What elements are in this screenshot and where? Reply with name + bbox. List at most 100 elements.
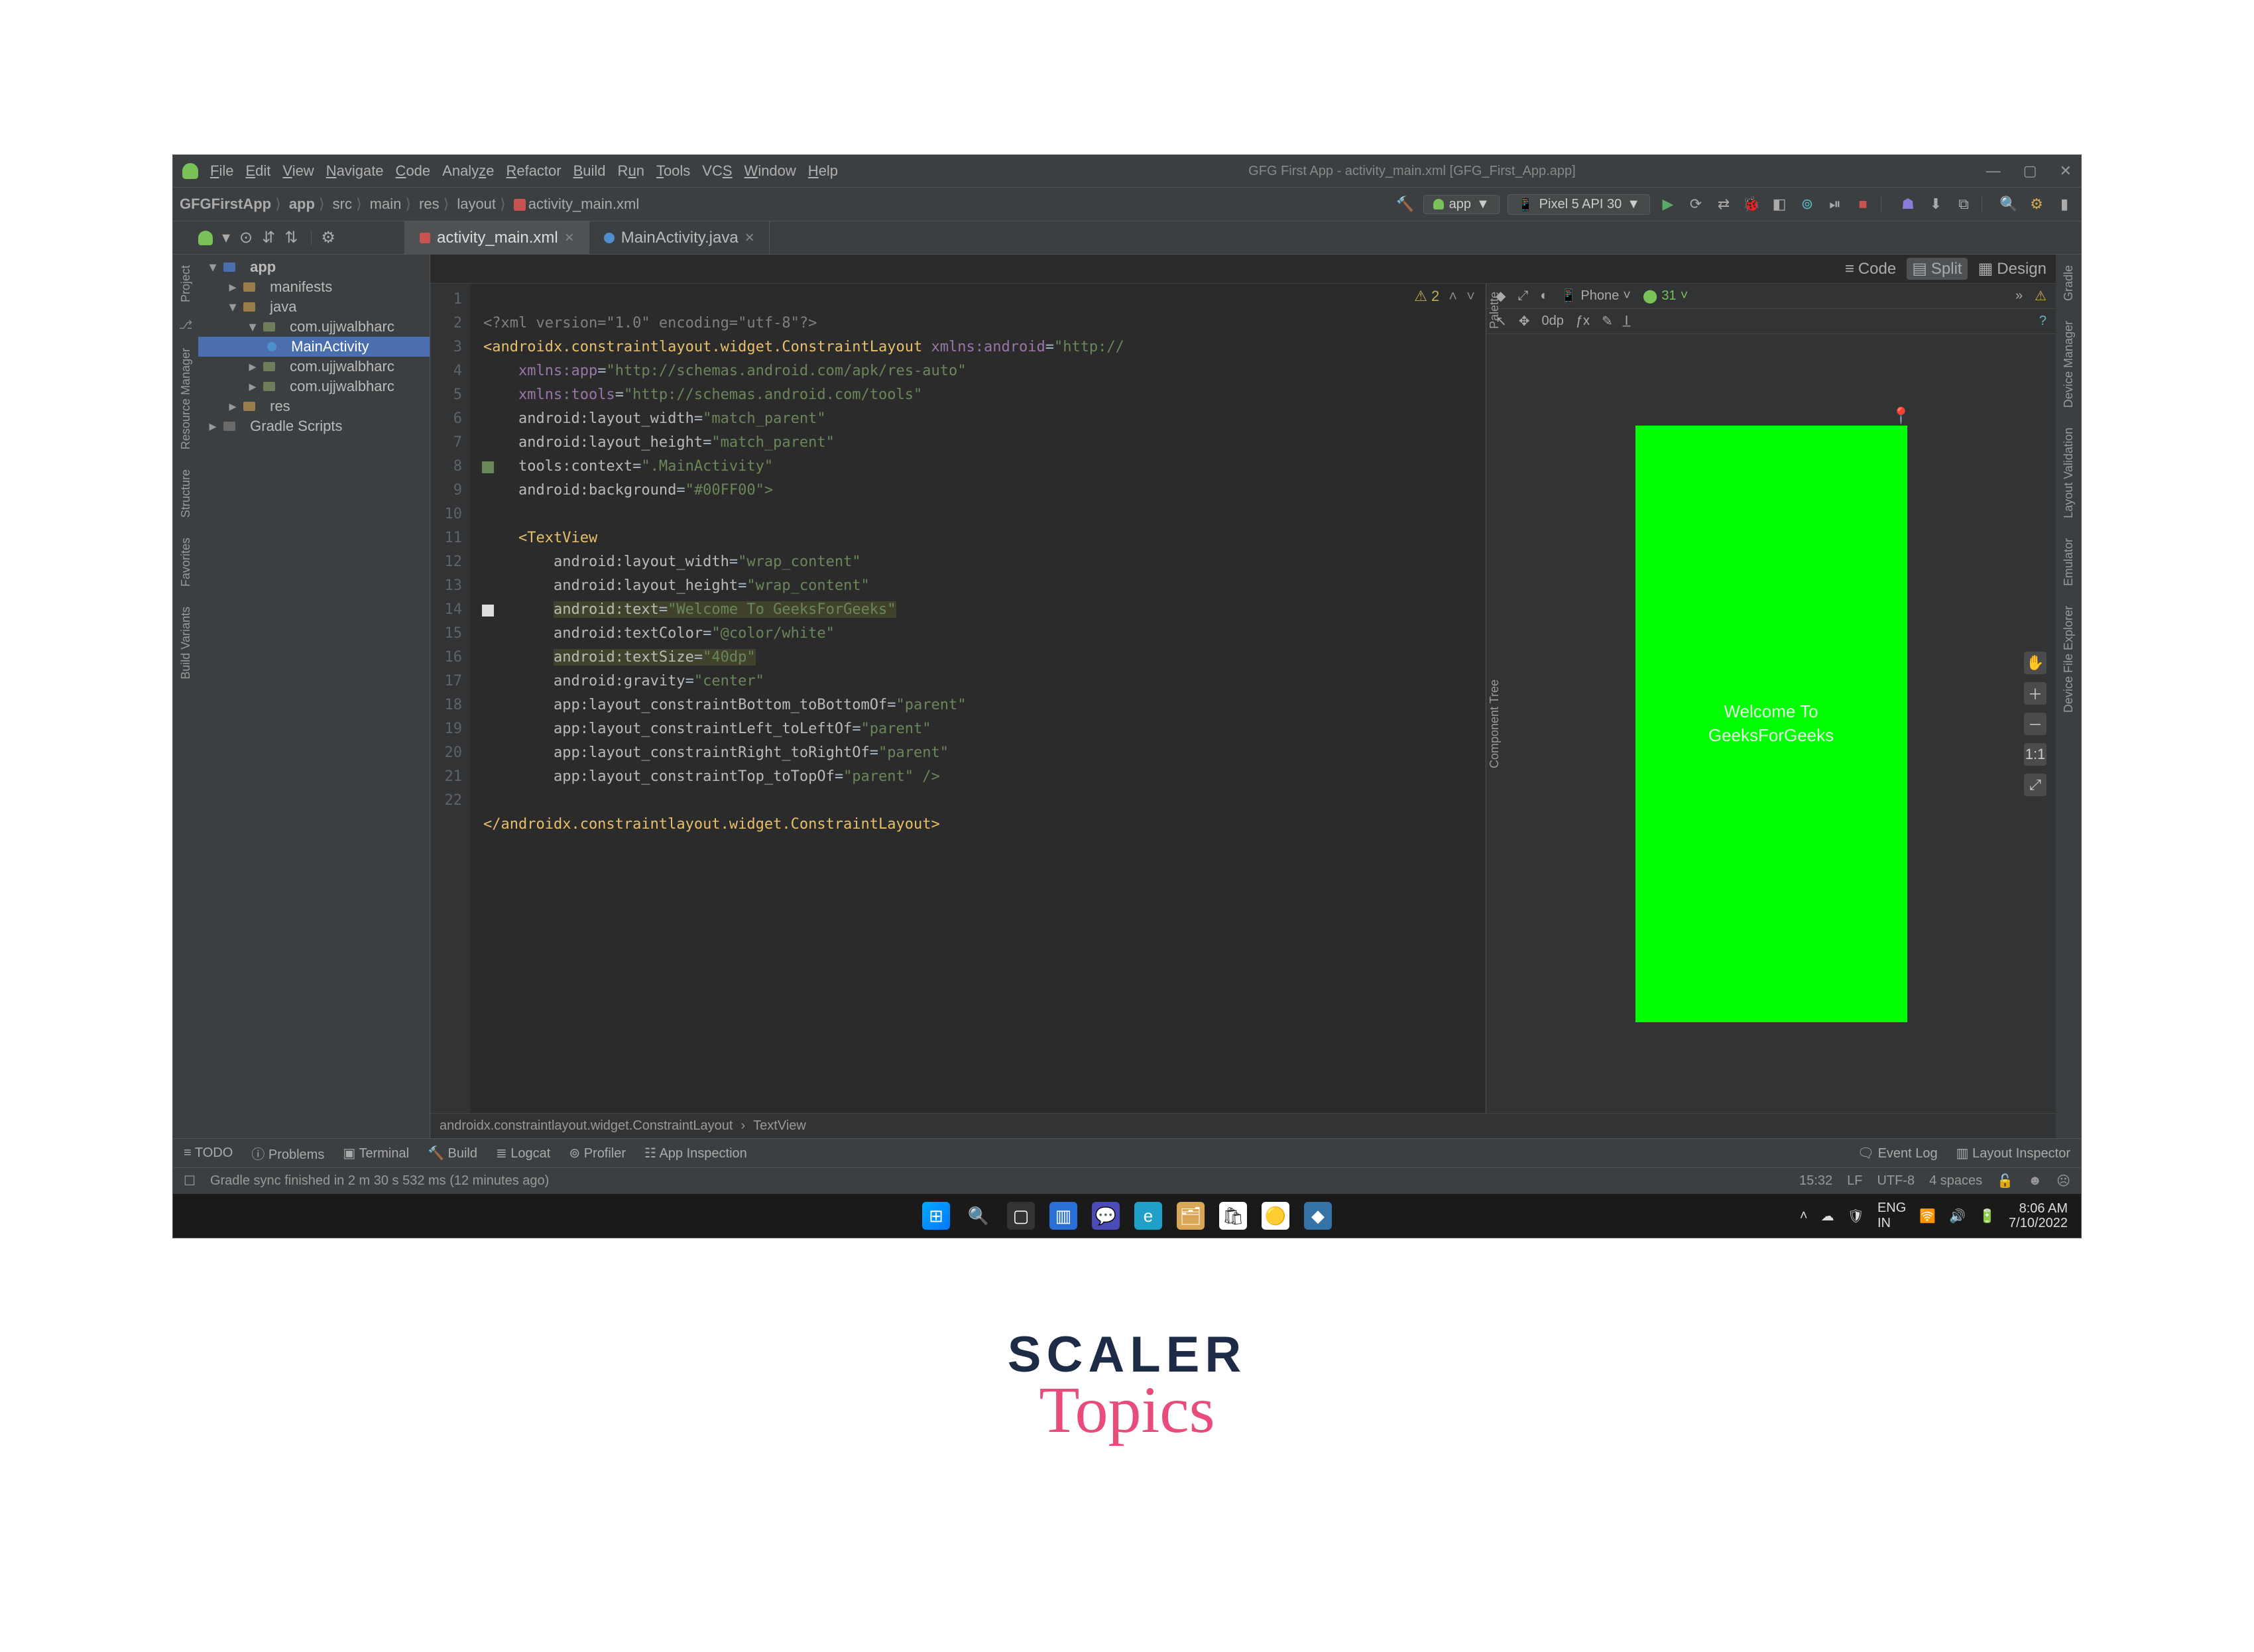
menu-refactor[interactable]: Refactor bbox=[506, 162, 561, 180]
store-icon[interactable]: 🛍 bbox=[1219, 1202, 1247, 1230]
menu-file[interactable]: File bbox=[210, 162, 233, 180]
mode-split[interactable]: ▤ Split bbox=[1907, 258, 1967, 280]
close-tab-icon[interactable]: × bbox=[565, 229, 574, 247]
collapse-all-icon[interactable]: ⇅ bbox=[284, 228, 298, 247]
menu-tools[interactable]: Tools bbox=[656, 162, 690, 180]
tab-mainactivity-java[interactable]: MainActivity.java × bbox=[589, 221, 770, 254]
crumb-app[interactable]: app bbox=[289, 196, 325, 213]
bottom-app-inspection[interactable]: ☷ App Inspection bbox=[644, 1145, 747, 1161]
chrome-icon[interactable]: 🟡 bbox=[1262, 1202, 1289, 1230]
window-minimize-icon[interactable]: — bbox=[1986, 162, 2001, 180]
more-options-icon[interactable]: » bbox=[2015, 288, 2023, 304]
transform-icon[interactable]: ƒx bbox=[1576, 314, 1590, 329]
menu-help[interactable]: Help bbox=[808, 162, 838, 180]
status-memory-icon[interactable]: ☻ bbox=[2028, 1173, 2042, 1189]
tray-battery-icon[interactable]: 🔋 bbox=[1979, 1208, 1995, 1224]
device-canvas[interactable]: Component Tree 📍 Welcome To GeeksForGeek… bbox=[1486, 334, 2056, 1113]
code-text[interactable]: <?xml version="1.0" encoding="utf-8"?> <… bbox=[470, 284, 1486, 1113]
menu-navigate[interactable]: Navigate bbox=[326, 162, 384, 180]
tray-language[interactable]: ENGIN bbox=[1877, 1201, 1906, 1231]
status-line-separator[interactable]: LF bbox=[1847, 1173, 1862, 1189]
android-studio-taskbar-icon[interactable]: ◆ bbox=[1304, 1202, 1332, 1230]
rail-emulator[interactable]: Emulator bbox=[2062, 534, 2076, 590]
select-opened-icon[interactable]: ⊙ bbox=[239, 228, 253, 247]
menu-vcs[interactable]: VCS bbox=[702, 162, 732, 180]
orientation-icon[interactable]: ⤢ bbox=[1517, 288, 1528, 304]
menu-run[interactable]: Run bbox=[618, 162, 644, 180]
code-editor[interactable]: 1234567 8910111213 141516171819202122 <?… bbox=[430, 284, 1486, 1113]
crumb-res[interactable]: res bbox=[419, 196, 449, 213]
rail-device-file-explorer[interactable]: Device File Explorer bbox=[2062, 602, 2076, 717]
task-view-icon[interactable]: ▢ bbox=[1007, 1202, 1035, 1230]
crumb-layout[interactable]: layout bbox=[457, 196, 505, 213]
notifications-icon[interactable]: ▮ bbox=[2054, 196, 2074, 213]
menu-view[interactable]: View bbox=[282, 162, 314, 180]
crumb-main[interactable]: main bbox=[370, 196, 411, 213]
tree-node-app[interactable]: ▾ app bbox=[198, 257, 430, 277]
rail-branch-icon[interactable]: ⎇ bbox=[179, 318, 193, 332]
device-dropdown[interactable]: 📱 Pixel 5 API 30▼ bbox=[1508, 194, 1650, 215]
chat-icon[interactable]: 💬 bbox=[1092, 1202, 1120, 1230]
start-button-icon[interactable]: ⊞ bbox=[922, 1202, 950, 1230]
build-hammer-icon[interactable]: 🔨 bbox=[1395, 196, 1415, 213]
search-icon[interactable]: 🔍 bbox=[965, 1202, 992, 1230]
status-indent[interactable]: 4 spaces bbox=[1929, 1173, 1982, 1189]
crumb-project[interactable]: GFGFirstApp bbox=[180, 196, 281, 213]
project-tree[interactable]: ▾ app ▸ manifests ▾ java ▾ com.ujjwalbha… bbox=[198, 255, 430, 1138]
status-encoding[interactable]: UTF-8 bbox=[1877, 1173, 1915, 1189]
status-readonly-icon[interactable]: 🔓 bbox=[1997, 1173, 2013, 1189]
bottom-problems[interactable]: ⓘ Problems bbox=[251, 1144, 324, 1163]
status-cursor-pos[interactable]: 15:32 bbox=[1799, 1173, 1832, 1189]
file-explorer-icon[interactable]: 🗂 bbox=[1177, 1202, 1205, 1230]
bottom-build[interactable]: 🔨 Build bbox=[428, 1145, 477, 1161]
night-mode-icon[interactable]: ◐ bbox=[1540, 288, 1548, 304]
zoom-out-icon[interactable]: － bbox=[2024, 713, 2046, 735]
edge-icon[interactable]: e bbox=[1134, 1202, 1162, 1230]
profiler-icon[interactable]: ⊚ bbox=[1797, 196, 1817, 213]
crumb-constraintlayout[interactable]: androidx.constraintlayout.widget.Constra… bbox=[440, 1118, 733, 1134]
bottom-todo[interactable]: ≡ TODO bbox=[184, 1146, 233, 1161]
menu-code[interactable]: Code bbox=[396, 162, 431, 180]
run-config-dropdown[interactable]: app▼ bbox=[1423, 195, 1500, 214]
tray-wifi-icon[interactable]: 🛜 bbox=[1919, 1208, 1936, 1224]
tree-node-manifests[interactable]: ▸ manifests bbox=[198, 277, 430, 297]
rail-device-manager[interactable]: Device Manager bbox=[2062, 317, 2076, 412]
mode-code[interactable]: ≡ Code bbox=[1845, 260, 1896, 278]
run-button-icon[interactable]: ▶ bbox=[1658, 196, 1678, 213]
text-cursor-icon[interactable]: I̲ bbox=[1625, 314, 1629, 329]
bottom-terminal[interactable]: ▣ Terminal bbox=[343, 1145, 409, 1161]
tab-activity-main-xml[interactable]: activity_main.xml × bbox=[405, 221, 589, 254]
zoom-fit-icon[interactable]: 1:1 bbox=[2024, 743, 2046, 766]
menu-edit[interactable]: Edit bbox=[245, 162, 270, 180]
tray-volume-icon[interactable]: 🔊 bbox=[1949, 1208, 1966, 1224]
menu-analyze[interactable]: Analyze bbox=[442, 162, 494, 180]
view-mode-chevron-icon[interactable]: ▾ bbox=[222, 228, 230, 247]
apply-changes-icon[interactable]: ⟳ bbox=[1686, 196, 1706, 213]
mode-design[interactable]: ▦ Design bbox=[1978, 259, 2046, 278]
crumb-textview[interactable]: TextView bbox=[753, 1118, 806, 1134]
android-view-icon[interactable] bbox=[198, 231, 213, 245]
bottom-profiler[interactable]: ⊚ Profiler bbox=[569, 1145, 626, 1161]
rail-favorites[interactable]: Favorites bbox=[179, 534, 193, 591]
apply-code-icon[interactable]: ⇄ bbox=[1714, 196, 1734, 213]
zoom-in-icon[interactable]: ＋ bbox=[2024, 682, 2046, 705]
window-close-icon[interactable]: ✕ bbox=[2060, 162, 2072, 180]
tray-security-icon[interactable]: 🛡 bbox=[1848, 1208, 1864, 1224]
component-tree-tab[interactable]: Component Tree bbox=[1486, 675, 1503, 772]
attach-debugger-icon[interactable]: ⏯ bbox=[1825, 196, 1845, 213]
coverage-icon[interactable]: ◧ bbox=[1769, 196, 1789, 213]
prev-highlight-icon[interactable]: ˄ bbox=[1449, 288, 1457, 305]
tree-node-pkg2[interactable]: ▸ com.ujjwalbharc bbox=[198, 357, 430, 377]
expand-all-icon[interactable]: ⇵ bbox=[262, 228, 275, 247]
resource-manager-icon[interactable]: ⧉ bbox=[1954, 196, 1974, 213]
tree-node-pkg1[interactable]: ▾ com.ujjwalbharc bbox=[198, 317, 430, 337]
zoom-reset-icon[interactable]: ⤢ bbox=[2024, 774, 2046, 796]
rail-structure[interactable]: Structure bbox=[179, 465, 193, 522]
status-smiley-icon[interactable]: ☹ bbox=[2056, 1173, 2070, 1189]
edit-icon[interactable]: ✎ bbox=[1602, 313, 1613, 329]
bottom-logcat[interactable]: ≣ Logcat bbox=[496, 1145, 550, 1161]
help-icon[interactable]: ? bbox=[2039, 314, 2046, 329]
stop-icon[interactable]: ■ bbox=[1853, 196, 1873, 213]
sdk-manager-icon[interactable]: ⬇ bbox=[1926, 196, 1946, 213]
tree-node-pkg3[interactable]: ▸ com.ujjwalbharc bbox=[198, 377, 430, 396]
